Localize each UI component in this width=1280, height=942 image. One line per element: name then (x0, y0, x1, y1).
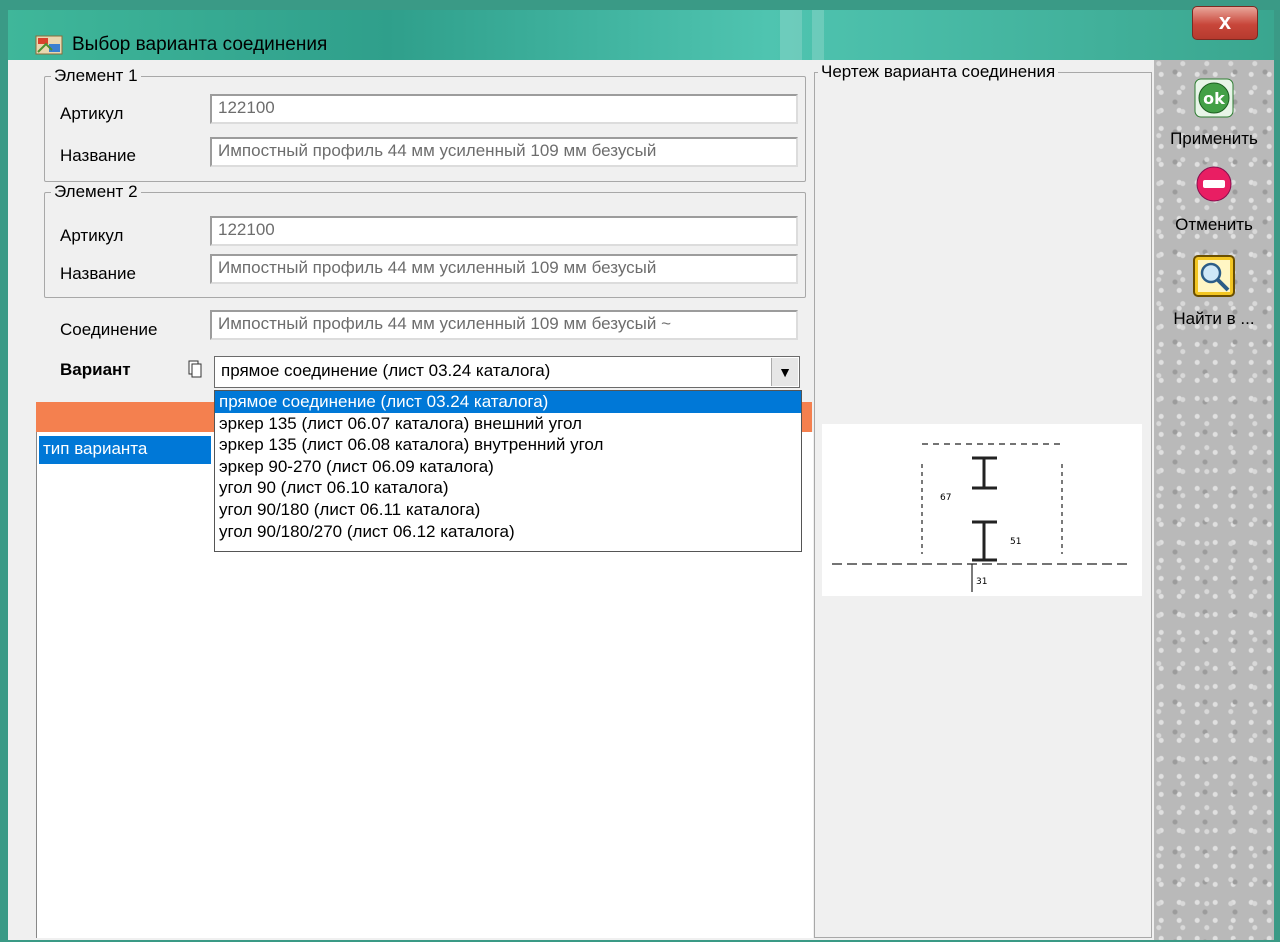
element1-article-label: Артикул (60, 104, 124, 123)
find-icon (1193, 255, 1235, 297)
cancel-button[interactable]: Отменить (1154, 164, 1274, 235)
find-label: Найти в ... (1173, 309, 1255, 328)
close-button[interactable]: x (1192, 6, 1258, 40)
action-toolbar: ok Применить Отменить Найти в ... (1154, 60, 1274, 940)
variant-selected-value: прямое соединение (лист 03.24 каталога) (221, 361, 551, 380)
drawing-dimension-label: 67 (940, 493, 951, 503)
dropdown-option[interactable]: угол 90/180 (лист 06.11 каталога) (215, 499, 801, 521)
title-bar-highlight (812, 10, 824, 60)
variant-dropdown-list[interactable]: прямое соединение (лист 03.24 каталога) … (214, 390, 802, 552)
window-title: Выбор варианта соединения (72, 34, 328, 55)
element2-article-field[interactable]: 122100 (210, 216, 798, 246)
drawing-dimension-label: 31 (976, 577, 987, 587)
dropdown-option[interactable]: эркер 135 (лист 06.07 каталога) внешний … (215, 413, 801, 435)
connection-field[interactable]: Импостный профиль 44 мм усиленный 109 мм… (210, 310, 798, 340)
chevron-down-icon[interactable]: ▼ (771, 358, 798, 386)
find-button[interactable]: Найти в ... (1154, 254, 1274, 329)
element2-article-label: Артикул (60, 226, 124, 245)
title-bar-highlight (780, 10, 802, 60)
dropdown-option[interactable]: угол 90/180/270 (лист 06.12 каталога) (215, 521, 801, 543)
element1-group-title: Элемент 1 (51, 66, 141, 86)
client-area: Элемент 1 Артикул 122100 Название Импост… (8, 60, 1274, 940)
element1-name-label: Название (60, 146, 136, 165)
ok-icon: ok (1194, 78, 1234, 118)
variant-label: Вариант (60, 360, 131, 379)
dropdown-option[interactable]: угол 90 (лист 06.10 каталога) (215, 477, 801, 499)
apply-label: Применить (1170, 129, 1258, 148)
cancel-icon (1196, 166, 1232, 202)
connection-label: Соединение (60, 320, 158, 339)
connection-drawing-svg: 67 51 31 (832, 443, 1132, 592)
connection-drawing: 67 51 31 (822, 424, 1142, 596)
title-bar[interactable]: Выбор варианта соединения (8, 10, 1274, 60)
ok-icon-text: ok (1203, 89, 1225, 108)
drawing-panel: Чертеж варианта соединения 67 51 31 (814, 62, 1154, 938)
element2-group-title: Элемент 2 (51, 182, 141, 202)
dropdown-option[interactable]: эркер 90-270 (лист 06.09 каталога) (215, 456, 801, 478)
dropdown-option[interactable]: прямое соединение (лист 03.24 каталога) (215, 391, 801, 413)
tree-item-variant-type[interactable]: тип варианта (39, 436, 211, 464)
cancel-label: Отменить (1175, 215, 1253, 234)
copy-icon[interactable] (188, 360, 202, 378)
dropdown-option[interactable]: эркер 135 (лист 06.08 каталога) внутренн… (215, 434, 801, 456)
dialog-window: Выбор варианта соединения x Элемент 1 Ар… (0, 0, 1280, 942)
drawing-dimension-label: 51 (1010, 537, 1021, 547)
apply-button[interactable]: ok Применить (1154, 78, 1274, 149)
left-panel: Элемент 1 Артикул 122100 Название Импост… (22, 62, 813, 938)
element1-article-field[interactable]: 122100 (210, 94, 798, 124)
drawing-title: Чертеж варианта соединения (818, 62, 1059, 82)
element2-name-label: Название (60, 264, 136, 283)
variant-select[interactable]: прямое соединение (лист 03.24 каталога) … (214, 356, 800, 388)
app-icon (35, 35, 63, 55)
element1-name-field[interactable]: Импостный профиль 44 мм усиленный 109 мм… (210, 137, 798, 167)
element2-name-field[interactable]: Импостный профиль 44 мм усиленный 109 мм… (210, 254, 798, 284)
